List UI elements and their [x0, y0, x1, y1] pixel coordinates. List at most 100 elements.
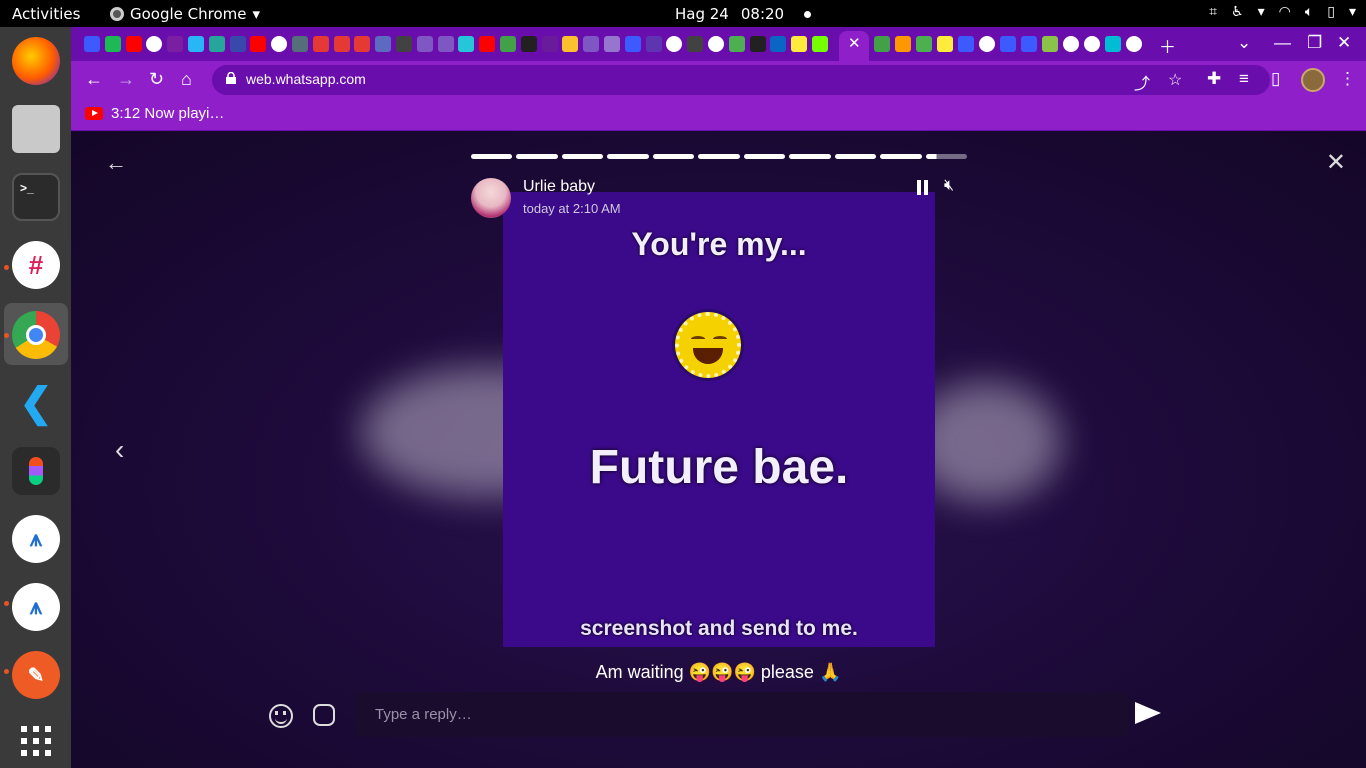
close-window-icon[interactable]: ✕: [1337, 33, 1351, 53]
tab-favicon[interactable]: [125, 36, 142, 52]
bookmark-now-playing[interactable]: 3:12 Now playi…: [111, 105, 224, 122]
tab-favicon[interactable]: [1126, 36, 1142, 52]
vscode-icon[interactable]: ❮: [12, 379, 60, 427]
previous-status-icon[interactable]: ‹: [115, 434, 124, 466]
pause-icon[interactable]: [916, 180, 930, 196]
restore-icon[interactable]: ❐: [1307, 33, 1322, 53]
tab-favicon[interactable]: [188, 36, 204, 52]
tab-favicon[interactable]: [916, 36, 932, 52]
tab-favicon[interactable]: [937, 36, 953, 52]
wifi-icon: ◠: [1278, 4, 1291, 20]
tab-favicon[interactable]: [749, 36, 766, 52]
tab-favicon[interactable]: [500, 36, 516, 52]
tab-favicon[interactable]: [354, 36, 371, 52]
tab-favicon[interactable]: [645, 36, 662, 52]
slack-icon[interactable]: #: [12, 241, 60, 289]
emoji-icon[interactable]: [269, 704, 293, 728]
progress-segment: [652, 154, 695, 159]
tab-favicon[interactable]: [728, 36, 745, 52]
new-tab-icon[interactable]: ＋: [1159, 33, 1176, 58]
tab-favicon[interactable]: [687, 36, 704, 52]
activities-button[interactable]: Activities: [12, 5, 80, 23]
tab-favicon[interactable]: [895, 36, 911, 52]
tab-favicon[interactable]: [208, 36, 225, 52]
tab-favicon[interactable]: [979, 36, 995, 52]
tab-favicon[interactable]: [312, 36, 329, 52]
tab-favicon[interactable]: [458, 36, 475, 52]
poster-name: Urlie baby: [523, 178, 596, 195]
tab-favicon[interactable]: [708, 36, 724, 52]
tab-favicon[interactable]: [396, 36, 412, 52]
mute-icon[interactable]: 🔇︎: [944, 177, 954, 195]
menu-dots-icon[interactable]: ⋮: [1339, 69, 1356, 89]
tab-favicon[interactable]: [1042, 36, 1058, 52]
send-icon[interactable]: [1135, 702, 1161, 724]
omnibox[interactable]: web.whatsapp.com ⤴ ☆: [212, 65, 1270, 95]
chevron-down-icon: ▾: [252, 5, 261, 23]
bookmark-star-icon[interactable]: ☆: [1168, 70, 1182, 90]
tab-favicon[interactable]: [666, 36, 683, 52]
tab-favicon[interactable]: [104, 36, 121, 52]
terminal-icon[interactable]: >_: [12, 173, 60, 221]
tab-favicon[interactable]: [791, 36, 808, 52]
sticker-icon[interactable]: [313, 704, 335, 726]
tab-favicon[interactable]: [583, 36, 600, 52]
tab-favicon[interactable]: [84, 36, 100, 52]
tab-favicon[interactable]: [271, 36, 288, 52]
android-studio-icon-2[interactable]: ⩚: [12, 583, 60, 631]
tab-favicon[interactable]: [416, 36, 433, 52]
tab-favicon[interactable]: [562, 36, 579, 52]
url-text[interactable]: web.whatsapp.com: [246, 71, 366, 87]
tab-favicon[interactable]: [541, 36, 558, 52]
avatar[interactable]: [471, 178, 511, 218]
figma-icon[interactable]: [12, 447, 60, 495]
media-controls-icon[interactable]: ≡: [1239, 69, 1249, 89]
tab-favicon[interactable]: [375, 36, 392, 52]
firefox-icon[interactable]: [12, 37, 60, 85]
tab-favicon[interactable]: [520, 36, 537, 52]
profile-avatar[interactable]: [1301, 68, 1325, 92]
chrome-icon[interactable]: [12, 311, 60, 359]
tab-search-icon[interactable]: ⌄: [1237, 33, 1251, 53]
tab-favicon[interactable]: [1063, 36, 1079, 52]
home-icon[interactable]: ⌂: [181, 69, 192, 90]
tab-favicon[interactable]: [292, 36, 308, 52]
show-apps-icon[interactable]: [12, 717, 60, 765]
progress-segment: [516, 154, 558, 159]
tab-favicon[interactable]: [812, 36, 828, 52]
back-icon[interactable]: ←: [85, 69, 103, 90]
side-panel-icon[interactable]: ▯: [1271, 69, 1280, 89]
tab-favicon[interactable]: [624, 36, 641, 52]
share-icon[interactable]: ⤴: [1134, 70, 1150, 94]
close-tab-icon[interactable]: ✕: [848, 34, 861, 52]
network-grid-icon: ⌗: [1209, 4, 1218, 20]
tab-favicon[interactable]: [250, 36, 267, 52]
extensions-icon[interactable]: ✚: [1207, 69, 1221, 89]
close-icon[interactable]: ✕: [1326, 148, 1346, 177]
tab-favicon[interactable]: [167, 36, 184, 52]
tab-favicon[interactable]: [770, 36, 787, 52]
app-menu[interactable]: Google Chrome ▾: [110, 5, 260, 23]
tab-favicon[interactable]: [874, 36, 890, 52]
tab-favicon[interactable]: [333, 36, 350, 52]
tab-favicon[interactable]: [229, 36, 246, 52]
reload-icon[interactable]: ↻: [149, 69, 164, 90]
tab-favicon[interactable]: [604, 36, 620, 52]
postman-icon[interactable]: ✎: [12, 651, 60, 699]
tab-favicon[interactable]: [1000, 36, 1016, 52]
forward-icon[interactable]: →: [117, 69, 135, 90]
tab-favicon[interactable]: [479, 36, 496, 52]
tab-favicon[interactable]: [958, 36, 974, 52]
system-tray[interactable]: ⌗ ♿︎ ▾ ◠ 🔈︎ ▯ ▾: [1209, 4, 1356, 20]
files-icon[interactable]: [12, 105, 60, 153]
clock[interactable]: Hag 24 08:20: [675, 5, 812, 23]
android-studio-icon[interactable]: ⩚: [12, 515, 60, 563]
tab-favicon[interactable]: [437, 36, 454, 52]
reply-input[interactable]: [355, 692, 1129, 737]
tab-favicon[interactable]: [146, 36, 163, 52]
minimize-icon[interactable]: —: [1274, 33, 1291, 53]
back-arrow-icon[interactable]: ←: [105, 150, 127, 176]
tab-favicon[interactable]: [1021, 36, 1037, 52]
tab-favicon[interactable]: [1105, 36, 1121, 52]
tab-favicon[interactable]: [1084, 36, 1100, 52]
